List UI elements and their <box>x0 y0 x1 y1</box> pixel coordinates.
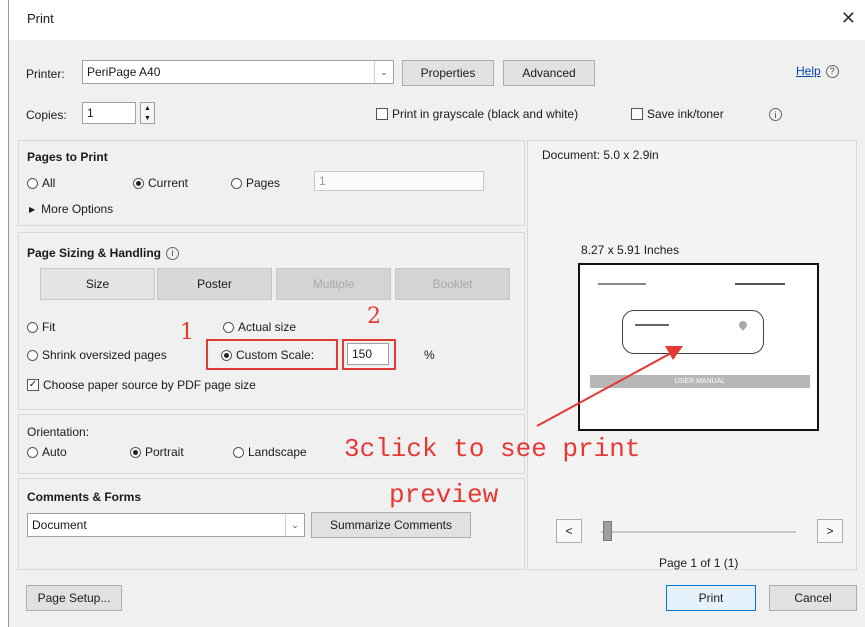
annotation-arrow-line <box>536 351 674 427</box>
annotation-arrow-head <box>665 346 683 360</box>
print-dialog: Print ✕ Printer: PeriPage A40 ⌄ Properti… <box>8 0 865 627</box>
annotation-arrow <box>536 346 683 427</box>
